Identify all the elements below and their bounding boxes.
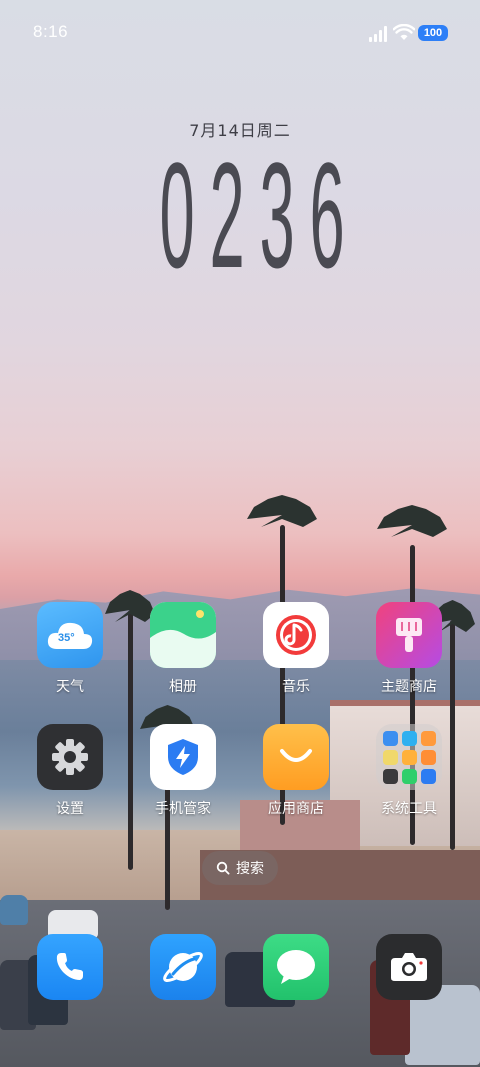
weather-icon: 35° xyxy=(37,602,103,668)
search-label: 搜索 xyxy=(236,861,264,877)
browser-icon xyxy=(150,934,216,1000)
search-button[interactable]: 搜索 xyxy=(202,851,278,885)
clock-digit: 0 xyxy=(159,131,195,299)
paintbrush-icon xyxy=(396,618,422,652)
app-store[interactable]: 应用商店 xyxy=(246,724,346,818)
app-weather[interactable]: 35° 天气 xyxy=(20,602,120,696)
app-label: 应用商店 xyxy=(268,801,324,817)
app-label: 音乐 xyxy=(282,679,310,695)
app-label: 相册 xyxy=(169,679,197,695)
app-label: 天气 xyxy=(56,679,84,695)
security-shield-icon xyxy=(150,724,216,790)
app-security[interactable]: 手机管家 xyxy=(133,724,233,818)
wifi-icon xyxy=(393,24,415,40)
app-store-icon xyxy=(263,724,329,790)
folder-icon xyxy=(376,724,442,790)
battery-indicator: 100 xyxy=(418,25,448,41)
palm-crown xyxy=(377,505,447,537)
app-label: 设置 xyxy=(56,801,84,817)
cellular-signal-icon xyxy=(369,26,387,42)
camera-icon xyxy=(376,934,442,1000)
search-icon xyxy=(216,861,230,875)
music-icon xyxy=(263,602,329,668)
app-themes[interactable]: 主题商店 xyxy=(359,602,459,696)
app-settings[interactable]: 设置 xyxy=(20,724,120,818)
app-gallery[interactable]: 相册 xyxy=(133,602,233,696)
gallery-icon xyxy=(150,602,216,668)
dock-phone[interactable] xyxy=(20,934,120,1000)
clock-time: 0 2 3 6 xyxy=(148,131,345,299)
smile-icon xyxy=(280,749,312,762)
status-time: 8:16 xyxy=(33,22,69,41)
gear-icon xyxy=(37,724,103,790)
phone-icon xyxy=(37,934,103,1000)
clock-digit: 3 xyxy=(259,131,295,299)
themes-icon xyxy=(376,602,442,668)
weather-temp: 35° xyxy=(58,632,75,644)
dock-messages[interactable] xyxy=(246,934,346,1000)
app-folder-system-tools[interactable]: 系统工具 xyxy=(359,724,459,818)
app-label: 系统工具 xyxy=(381,801,437,817)
messages-icon xyxy=(263,934,329,1000)
status-bar: 8:16 100 xyxy=(0,0,480,68)
app-label: 手机管家 xyxy=(155,801,211,817)
dock-browser[interactable] xyxy=(133,934,233,1000)
app-label: 主题商店 xyxy=(381,679,437,695)
clock-digit: 6 xyxy=(309,131,345,299)
car xyxy=(0,895,28,925)
clock-digit: 2 xyxy=(209,131,245,299)
dock-camera[interactable] xyxy=(359,934,459,1000)
app-music[interactable]: 音乐 xyxy=(246,602,346,696)
